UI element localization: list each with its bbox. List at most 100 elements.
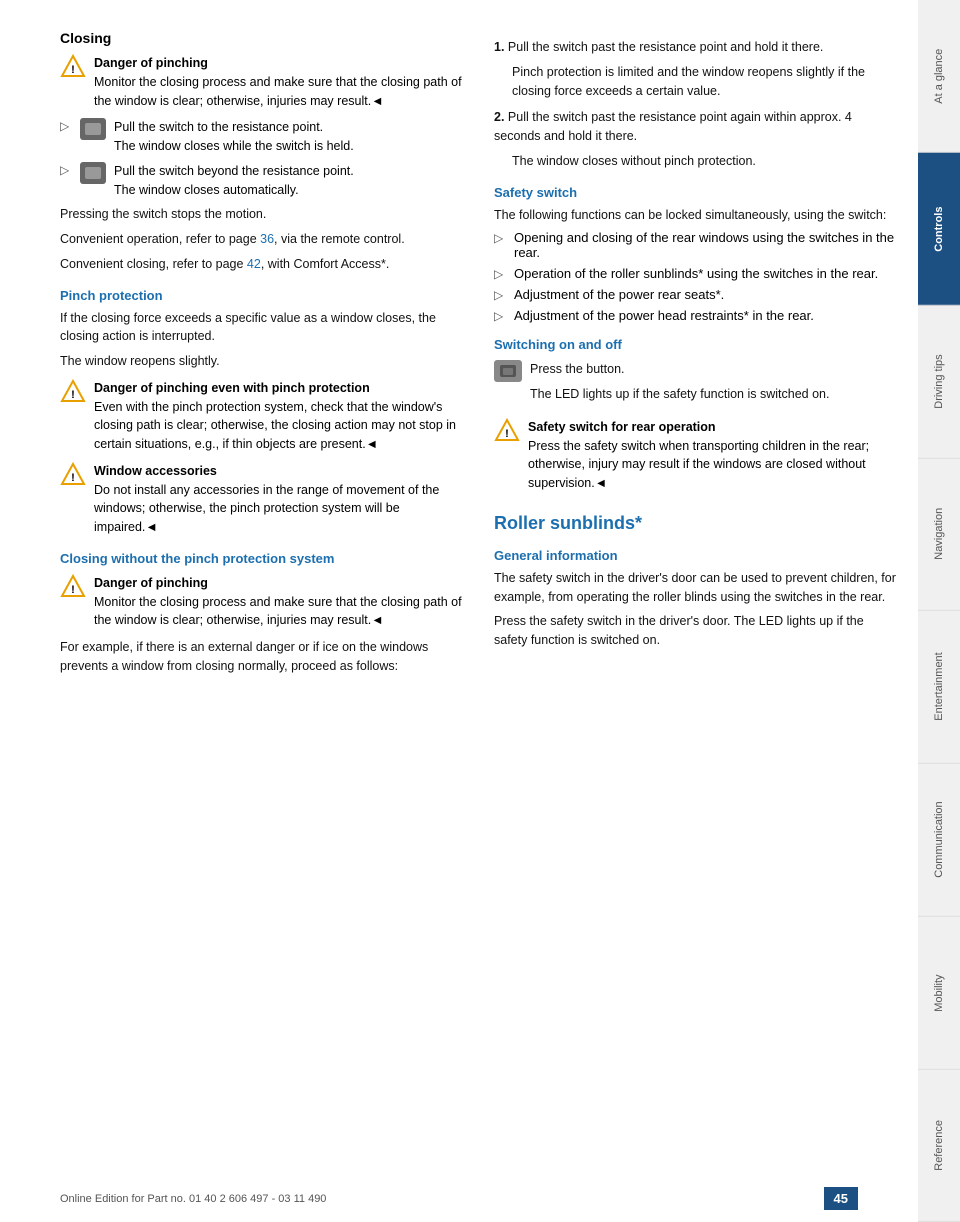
step-1: 1. Pull the switch past the resistance p… — [494, 38, 898, 100]
warning-body-2: Even with the pinch protection system, c… — [94, 400, 456, 452]
svg-text:!: ! — [505, 428, 509, 440]
switching-title: Switching on and off — [494, 337, 898, 352]
sidebar-item-mobility[interactable]: Mobility — [918, 917, 960, 1070]
switching-p2: The LED lights up if the safety function… — [530, 385, 829, 404]
warning-box-4: ! Danger of pinching Monitor the closing… — [60, 574, 464, 630]
sidebar-item-controls[interactable]: Controls — [918, 153, 960, 306]
sidebar: At a glance Controls Driving tips Naviga… — [918, 0, 960, 1222]
page-footer: Online Edition for Part no. 01 40 2 606 … — [0, 1187, 918, 1210]
page-number: 45 — [824, 1187, 858, 1210]
safety-b2: Operation of the roller sunblinds* using… — [514, 266, 878, 281]
safety-bullet-3: ▷ Adjustment of the power rear seats*. — [494, 287, 898, 302]
switching-text: Press the button. The LED lights up if t… — [530, 360, 829, 410]
warning-title-5: Safety switch for rear operation — [528, 420, 716, 434]
sidebar-item-driving-tips[interactable]: Driving tips — [918, 306, 960, 459]
warning-body-5: Press the safety switch when transportin… — [528, 439, 869, 491]
bullet-arrow-s1: ▷ — [494, 231, 506, 245]
warning-title-4: Danger of pinching — [94, 576, 208, 590]
button-led — [503, 368, 513, 375]
danger-icon-5: ! — [494, 418, 520, 444]
danger-icon-1: ! — [60, 54, 86, 80]
svg-text:!: ! — [71, 64, 75, 76]
switch-inner-1 — [85, 123, 101, 135]
svg-text:!: ! — [71, 389, 75, 401]
pinch-p2: The window reopens slightly. — [60, 352, 464, 371]
bullet-arrow-s3: ▷ — [494, 288, 506, 302]
right-column: 1. Pull the switch past the resistance p… — [484, 30, 898, 1192]
bullet-content-2: Pull the switch beyond the resistance po… — [114, 162, 354, 200]
step-2-num: 2. — [494, 110, 504, 124]
bullet-sub-2: The window closes automatically. — [114, 183, 299, 197]
safety-bullet-1: ▷ Opening and closing of the rear window… — [494, 230, 898, 260]
bullet-text-1: Pull the switch to the resistance point. — [114, 120, 323, 134]
step-2-sub: The window closes without pinch protecti… — [494, 152, 898, 171]
step-1-text: 1. Pull the switch past the resistance p… — [494, 38, 898, 57]
general-title: General information — [494, 548, 898, 563]
safety-bullet-2: ▷ Operation of the roller sunblinds* usi… — [494, 266, 898, 281]
left-column: Closing ! Danger of pinching Monitor the… — [60, 30, 464, 1192]
main-content: Closing ! Danger of pinching Monitor the… — [0, 0, 918, 1222]
warning-text-2: Danger of pinching even with pinch prote… — [94, 379, 464, 454]
bullet-content-1: Pull the switch to the resistance point.… — [114, 118, 354, 156]
convenient-1: Convenient operation, refer to page 36, … — [60, 230, 464, 249]
bullet-arrow-1: ▷ — [60, 119, 72, 133]
bullet-arrow-s2: ▷ — [494, 267, 506, 281]
convenient-2: Convenient closing, refer to page 42, wi… — [60, 255, 464, 274]
general-p1: The safety switch in the driver's door c… — [494, 569, 898, 607]
warning-text-5: Safety switch for rear operation Press t… — [528, 418, 898, 493]
page-container: Closing ! Danger of pinching Monitor the… — [0, 0, 960, 1222]
warning-body-4: Monitor the closing process and make sur… — [94, 595, 462, 628]
warning-title-3: Window accessories — [94, 464, 217, 478]
safety-title: Safety switch — [494, 185, 898, 200]
step-2-text: 2. Pull the switch past the resistance p… — [494, 108, 898, 146]
warning-box-5: ! Safety switch for rear operation Press… — [494, 418, 898, 493]
step-1-sub: Pinch protection is limited and the wind… — [494, 63, 898, 101]
closing-sub-title: Closing without the pinch protection sys… — [60, 551, 464, 566]
link-36[interactable]: 36 — [260, 232, 274, 246]
roller-title: Roller sunblinds* — [494, 513, 898, 534]
button-switch-icon — [494, 360, 522, 382]
button-inner — [500, 365, 516, 377]
svg-text:!: ! — [71, 472, 75, 484]
pinch-title: Pinch protection — [60, 288, 464, 303]
sidebar-item-reference[interactable]: Reference — [918, 1069, 960, 1222]
sidebar-item-communication[interactable]: Communication — [918, 764, 960, 917]
bullet-item-1: ▷ Pull the switch to the resistance poin… — [60, 118, 464, 156]
safety-b4: Adjustment of the power head restraints*… — [514, 308, 814, 323]
danger-icon-3: ! — [60, 462, 86, 488]
general-p2: Press the safety switch in the driver's … — [494, 612, 898, 650]
warning-text-4: Danger of pinching Monitor the closing p… — [94, 574, 464, 630]
warning-box-2: ! Danger of pinching even with pinch pro… — [60, 379, 464, 454]
switch-icon-1 — [80, 118, 106, 140]
safety-p1: The following functions can be locked si… — [494, 206, 898, 225]
bullet-sub-1: The window closes while the switch is he… — [114, 139, 354, 153]
switch-icon-2 — [80, 162, 106, 184]
svg-text:!: ! — [71, 584, 75, 596]
bullet-text-2: Pull the switch beyond the resistance po… — [114, 164, 354, 178]
bullet-arrow-s4: ▷ — [494, 309, 506, 323]
link-42[interactable]: 42 — [247, 257, 261, 271]
warning-body-1: Monitor the closing process and make sur… — [94, 75, 462, 108]
warning-box-3: ! Window accessories Do not install any … — [60, 462, 464, 537]
sidebar-item-entertainment[interactable]: Entertainment — [918, 611, 960, 764]
warning-body-3: Do not install any accessories in the ra… — [94, 483, 439, 535]
switching-p1: Press the button. — [530, 360, 829, 379]
danger-icon-4: ! — [60, 574, 86, 600]
safety-b3: Adjustment of the power rear seats*. — [514, 287, 724, 302]
closing-title: Closing — [60, 30, 464, 46]
warning-title-2: Danger of pinching even with pinch prote… — [94, 381, 370, 395]
warning-box-1: ! Danger of pinching Monitor the closing… — [60, 54, 464, 110]
warning-text-3: Window accessories Do not install any ac… — [94, 462, 464, 537]
sidebar-item-at-a-glance[interactable]: At a glance — [918, 0, 960, 153]
bullet-arrow-2: ▷ — [60, 163, 72, 177]
safety-bullet-4: ▷ Adjustment of the power head restraint… — [494, 308, 898, 323]
footer-text: Online Edition for Part no. 01 40 2 606 … — [60, 1193, 326, 1205]
press-stop: Pressing the switch stops the motion. — [60, 205, 464, 224]
pinch-p1: If the closing force exceeds a specific … — [60, 309, 464, 347]
warning-text-1: Danger of pinching Monitor the closing p… — [94, 54, 464, 110]
step-2: 2. Pull the switch past the resistance p… — [494, 108, 898, 170]
sidebar-item-navigation[interactable]: Navigation — [918, 458, 960, 611]
switch-inner-2 — [85, 167, 101, 179]
danger-icon-2: ! — [60, 379, 86, 405]
warning-title-1: Danger of pinching — [94, 56, 208, 70]
